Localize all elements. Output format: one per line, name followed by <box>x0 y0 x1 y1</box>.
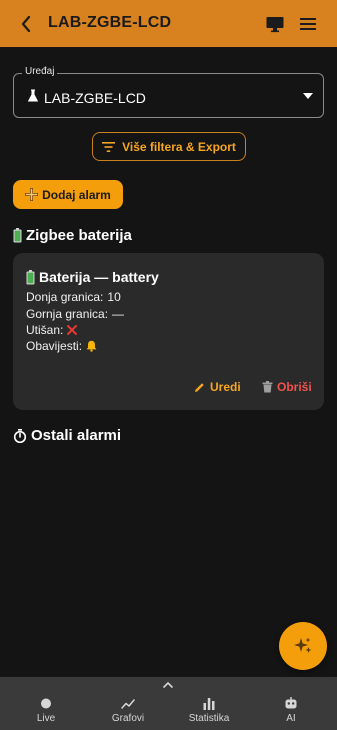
chevron-up-icon[interactable] <box>163 681 173 688</box>
alarm-card-title-text: Baterija — battery <box>39 269 159 285</box>
add-alarm-button[interactable]: Dodaj alarm <box>13 180 123 209</box>
trash-icon <box>262 381 273 393</box>
monitor-icon <box>266 17 284 33</box>
nav-item-live[interactable]: Live <box>11 697 81 724</box>
lower-limit-row: Donja granica: 10 <box>26 290 121 304</box>
sparkle-icon <box>294 637 312 653</box>
hamburger-menu-icon <box>300 18 316 30</box>
section-title-other: Ostali alarmi <box>13 427 121 444</box>
notifications-label: Obavijesti: <box>26 339 83 353</box>
upper-limit-label: Gornja granica: <box>26 307 109 321</box>
menu-button[interactable] <box>298 14 318 34</box>
more-filters-export-label: Više filtera & Export <box>122 139 236 154</box>
nav-item-grafovi-label: Grafovi <box>111 713 145 724</box>
alarm-card-title: Baterija — battery <box>26 269 159 285</box>
filter-icon <box>102 141 116 152</box>
section-title-zigbee-text: Zigbee baterija <box>26 227 132 244</box>
ai-assistant-fab[interactable] <box>279 622 327 670</box>
delete-button[interactable]: Obriši <box>262 380 312 394</box>
muted-row: Utišan: <box>26 323 78 337</box>
upper-limit-value: — <box>112 307 125 321</box>
battery-icon <box>26 269 35 284</box>
flask-icon <box>27 89 39 102</box>
plus-icon <box>25 188 39 201</box>
delete-label: Obriši <box>277 380 312 394</box>
upper-limit-row: Gornja granica: — <box>26 307 124 321</box>
device-select-value: LAB-ZGBE-LCD <box>44 90 146 106</box>
page-title: LAB-ZGBE-LCD <box>48 14 172 31</box>
lower-limit-label: Donja granica: <box>26 290 104 304</box>
edit-label: Uredi <box>210 380 241 394</box>
app-root: LAB-ZGBE-LCD Uređaj LAB-ZGBE-LCD Više fi… <box>0 0 337 730</box>
arrow-left-icon <box>21 16 31 32</box>
trend-line-icon <box>121 699 135 709</box>
robot-icon <box>285 697 297 709</box>
nav-item-statistika[interactable]: Statistika <box>174 697 244 724</box>
nav-item-grafovi[interactable]: Grafovi <box>93 697 163 724</box>
app-bar: LAB-ZGBE-LCD <box>0 0 337 47</box>
battery-icon <box>13 228 22 243</box>
bar-chart-icon <box>203 698 215 710</box>
stopwatch-icon <box>13 428 27 443</box>
add-alarm-label: Dodaj alarm <box>42 187 111 202</box>
nav-item-live-label: Live <box>36 713 56 724</box>
caret-down-icon[interactable] <box>303 93 313 99</box>
alarm-card: Baterija — battery Donja granica: 10 Gor… <box>13 253 324 410</box>
nav-item-ai-label: AI <box>286 713 296 724</box>
bell-icon <box>86 340 97 352</box>
nav-item-statistika-label: Statistika <box>188 713 230 724</box>
lower-limit-value: 10 <box>107 290 121 304</box>
back-button[interactable] <box>17 14 35 34</box>
edit-button[interactable]: Uredi <box>194 380 241 394</box>
dot-icon <box>41 698 51 709</box>
cross-icon <box>67 325 78 335</box>
nav-item-ai[interactable]: AI <box>256 697 326 724</box>
monitor-button[interactable] <box>265 14 285 34</box>
more-filters-export-button[interactable]: Više filtera & Export <box>92 132 246 161</box>
notifications-row: Obavijesti: <box>26 339 97 353</box>
section-title-zigbee: Zigbee baterija <box>13 227 132 244</box>
section-title-other-text: Ostali alarmi <box>31 427 122 444</box>
device-select-label: Uređaj <box>22 66 58 77</box>
muted-label: Utišan: <box>26 323 64 337</box>
pencil-icon <box>195 382 204 392</box>
